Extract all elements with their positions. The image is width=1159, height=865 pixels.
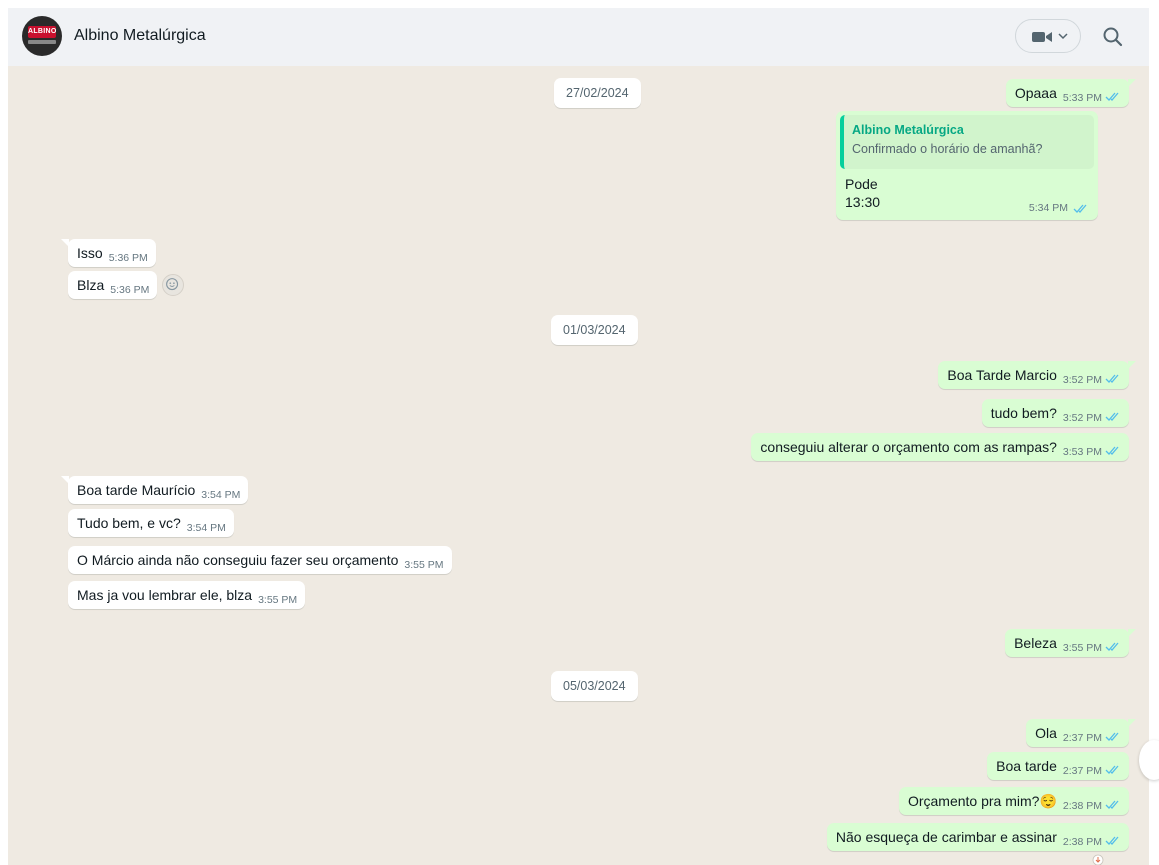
message-outgoing[interactable]: Beleza 3:55 PM	[1005, 629, 1136, 657]
message-time: 3:54 PM	[186, 522, 226, 534]
message-incoming[interactable]: Isso 5:36 PM	[61, 239, 156, 267]
video-call-button[interactable]	[1015, 19, 1081, 53]
message-time: 5:36 PM	[108, 252, 148, 264]
double-check-icon	[1105, 374, 1119, 383]
double-check-icon	[1073, 204, 1087, 213]
double-check-icon	[1105, 412, 1119, 421]
avatar-logo-subtitle	[28, 40, 56, 44]
chevron-down-icon	[1058, 33, 1068, 40]
contact-avatar[interactable]: ALBINO	[22, 16, 62, 56]
message-text: Orçamento pra mim?😌	[907, 793, 1057, 809]
message-text: Pode 13:30	[845, 175, 880, 211]
message-text: Beleza	[1014, 635, 1057, 651]
message-time: 5:34 PM	[1028, 202, 1068, 214]
message-text: Ola	[1035, 725, 1057, 741]
double-check-icon	[1105, 765, 1119, 774]
chat-area[interactable]: 27/02/2024 Opaaa 5:33 PM Albino Metalúrgi…	[8, 66, 1149, 865]
message-text: Mas ja vou lembrar ele, blza	[77, 587, 253, 603]
message-text: Isso	[77, 245, 103, 261]
message-time: 5:36 PM	[110, 284, 150, 296]
double-check-icon	[1105, 732, 1119, 741]
message-time: 2:38 PM	[1062, 800, 1102, 812]
message-incoming[interactable]: Boa tarde Maurício 3:54 PM	[60, 476, 249, 504]
message-text: Opaaa	[1014, 85, 1057, 101]
message-time: 2:37 PM	[1062, 765, 1102, 777]
message-outgoing-reply[interactable]: Albino Metalúrgica Confirmado o horário …	[836, 111, 1098, 220]
quoted-text: Confirmado o horário de amanhã?	[852, 142, 1043, 156]
message-time: 3:55 PM	[404, 559, 444, 571]
video-call-icon	[1032, 32, 1052, 42]
message-text: Boa tarde	[996, 758, 1057, 774]
message-text: Boa tarde Maurício	[77, 482, 196, 498]
message-text: Não esqueça de carimbar e assinar	[835, 829, 1057, 845]
message-text: conseguiu alterar o orçamento com as ram…	[760, 439, 1057, 455]
scroll-down-icon[interactable]	[1090, 852, 1106, 865]
double-check-icon	[1105, 836, 1119, 845]
message-text: Boa Tarde Marcio	[947, 367, 1057, 383]
message-line: 13:30	[845, 194, 881, 210]
message-time: 3:54 PM	[201, 489, 241, 501]
message-time: 5:33 PM	[1062, 92, 1102, 104]
search-icon[interactable]	[1100, 24, 1126, 50]
message-line: Pode	[845, 176, 878, 192]
double-check-icon	[1105, 92, 1119, 101]
message-outgoing[interactable]: Boa Tarde Marcio 3:52 PM	[938, 361, 1136, 389]
message-text: tudo bem?	[990, 405, 1057, 421]
double-check-icon	[1105, 800, 1119, 809]
message-outgoing[interactable]: Boa tarde 2:37 PM	[987, 752, 1129, 780]
double-check-icon	[1105, 446, 1119, 455]
message-time: 3:55 PM	[1062, 642, 1102, 654]
message-time: 2:38 PM	[1062, 836, 1102, 848]
date-separator: 27/02/2024	[554, 78, 641, 108]
avatar-logo: ALBINO	[28, 26, 56, 38]
date-separator: 01/03/2024	[551, 315, 638, 345]
quoted-message[interactable]: Albino Metalúrgica Confirmado o horário …	[840, 115, 1094, 169]
message-text: Tudo bem, e vc?	[77, 515, 181, 531]
message-incoming[interactable]: O Márcio ainda não conseguiu fazer seu o…	[68, 546, 452, 574]
message-text: O Márcio ainda não conseguiu fazer seu o…	[77, 552, 399, 568]
contact-name[interactable]: Albino Metalúrgica	[74, 27, 206, 45]
message-time: 3:53 PM	[1062, 446, 1102, 458]
double-check-icon	[1105, 642, 1119, 651]
message-outgoing[interactable]: conseguiu alterar o orçamento com as ram…	[751, 433, 1129, 461]
message-incoming[interactable]: Tudo bem, e vc? 3:54 PM	[68, 509, 234, 537]
message-incoming[interactable]: Blza 5:36 PM	[68, 271, 158, 299]
message-time: 3:52 PM	[1062, 374, 1102, 386]
emoji-react-icon[interactable]	[162, 274, 184, 296]
chat-header: ALBINO Albino Metalúrgica	[8, 8, 1149, 66]
message-time: 3:55 PM	[258, 594, 298, 606]
date-separator: 05/03/2024	[551, 671, 638, 701]
message-incoming[interactable]: Mas ja vou lembrar ele, blza 3:55 PM	[68, 581, 306, 609]
message-outgoing[interactable]: Ola 2:37 PM	[1026, 719, 1136, 747]
message-outgoing[interactable]: tudo bem? 3:52 PM	[981, 399, 1129, 427]
quoted-author: Albino Metalúrgica	[852, 123, 964, 137]
message-outgoing[interactable]: Não esqueça de carimbar e assinar 2:38 PM	[826, 823, 1129, 851]
message-time: 2:37 PM	[1062, 732, 1102, 744]
message-outgoing[interactable]: Orçamento pra mim?😌 2:38 PM	[898, 787, 1129, 815]
message-time: 3:52 PM	[1062, 412, 1102, 424]
message-outgoing[interactable]: Opaaa 5:33 PM	[1005, 79, 1137, 107]
message-text: Blza	[77, 277, 105, 293]
